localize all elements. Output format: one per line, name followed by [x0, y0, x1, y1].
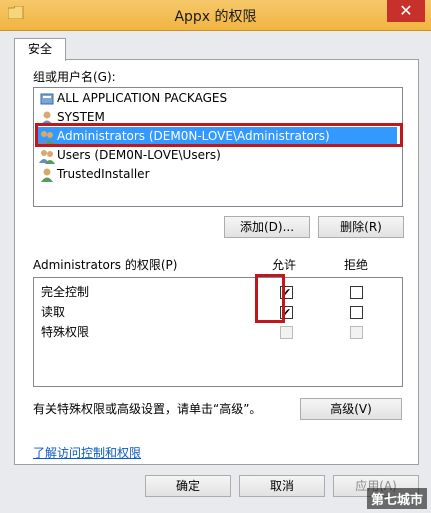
list-item-label: Users (DEM0N-LOVE\Users) — [57, 148, 221, 162]
permission-name: 读取 — [41, 305, 66, 319]
list-item[interactable]: SYSTEM — [37, 108, 397, 127]
users-icon — [39, 150, 55, 164]
close-button[interactable]: ✕ — [387, 0, 425, 22]
title-bar: Appx 的权限 ✕ — [0, 0, 431, 31]
list-item[interactable]: Users (DEM0N-LOVE\Users) — [37, 146, 397, 165]
learn-more-link[interactable]: 了解访问控制和权限 — [33, 444, 141, 461]
list-item-label: SYSTEM — [57, 110, 105, 124]
list-item[interactable]: ALL APPLICATION PACKAGES — [37, 89, 397, 108]
watermark: 第七城市 — [366, 488, 427, 509]
groups-label: 组或用户名(G): — [33, 70, 116, 84]
security-panel: 组或用户名(G): ALL APPLICATION PACKAGES SYSTE… — [14, 59, 419, 465]
add-button[interactable]: 添加(D)... — [224, 216, 310, 238]
list-item-label: ALL APPLICATION PACKAGES — [57, 91, 228, 105]
deny-special-checkbox — [350, 326, 363, 339]
user-icon — [41, 111, 53, 125]
deny-full-control-checkbox[interactable] — [350, 286, 363, 299]
advanced-button[interactable]: 高级(V) — [300, 398, 402, 420]
permission-name: 完全控制 — [41, 285, 90, 299]
cancel-button[interactable]: 取消 — [239, 475, 325, 497]
table-row: 完全控制 ✔ — [34, 282, 402, 302]
deny-header: 拒绝 — [344, 258, 369, 272]
window-title: Appx 的权限 — [174, 9, 257, 25]
groups-listbox[interactable]: ALL APPLICATION PACKAGES SYSTEM Administ… — [33, 87, 403, 207]
allow-special-checkbox — [280, 326, 293, 339]
permissions-label: Administrators 的权限(P) — [33, 258, 178, 272]
list-item-label: TrustedInstaller — [57, 167, 150, 181]
users-icon — [39, 131, 55, 145]
user-icon — [41, 168, 53, 182]
list-item-selected[interactable]: Administrators (DEM0N-LOVE\Administrator… — [35, 123, 403, 147]
permission-name: 特殊权限 — [41, 325, 90, 339]
allow-read-checkbox[interactable]: ✔ — [280, 306, 293, 319]
advanced-hint: 有关特殊权限或高级设置，请单击“高级”。 — [33, 402, 262, 416]
list-item[interactable]: TrustedInstaller — [37, 165, 397, 184]
table-row: 特殊权限 — [34, 322, 402, 342]
tab-security[interactable]: 安全 — [14, 38, 66, 61]
deny-read-checkbox[interactable] — [350, 306, 363, 319]
package-icon — [40, 93, 54, 105]
allow-full-control-checkbox[interactable]: ✔ — [280, 286, 293, 299]
list-item-label: Administrators (DEM0N-LOVE\Administrator… — [57, 129, 330, 143]
remove-button[interactable]: 删除(R) — [318, 216, 404, 238]
table-row: 读取 ✔ — [34, 302, 402, 322]
ok-button[interactable]: 确定 — [145, 475, 231, 497]
permissions-listbox: 完全控制 ✔ 读取 ✔ 特殊权限 — [33, 277, 403, 387]
allow-header: 允许 — [272, 258, 297, 272]
